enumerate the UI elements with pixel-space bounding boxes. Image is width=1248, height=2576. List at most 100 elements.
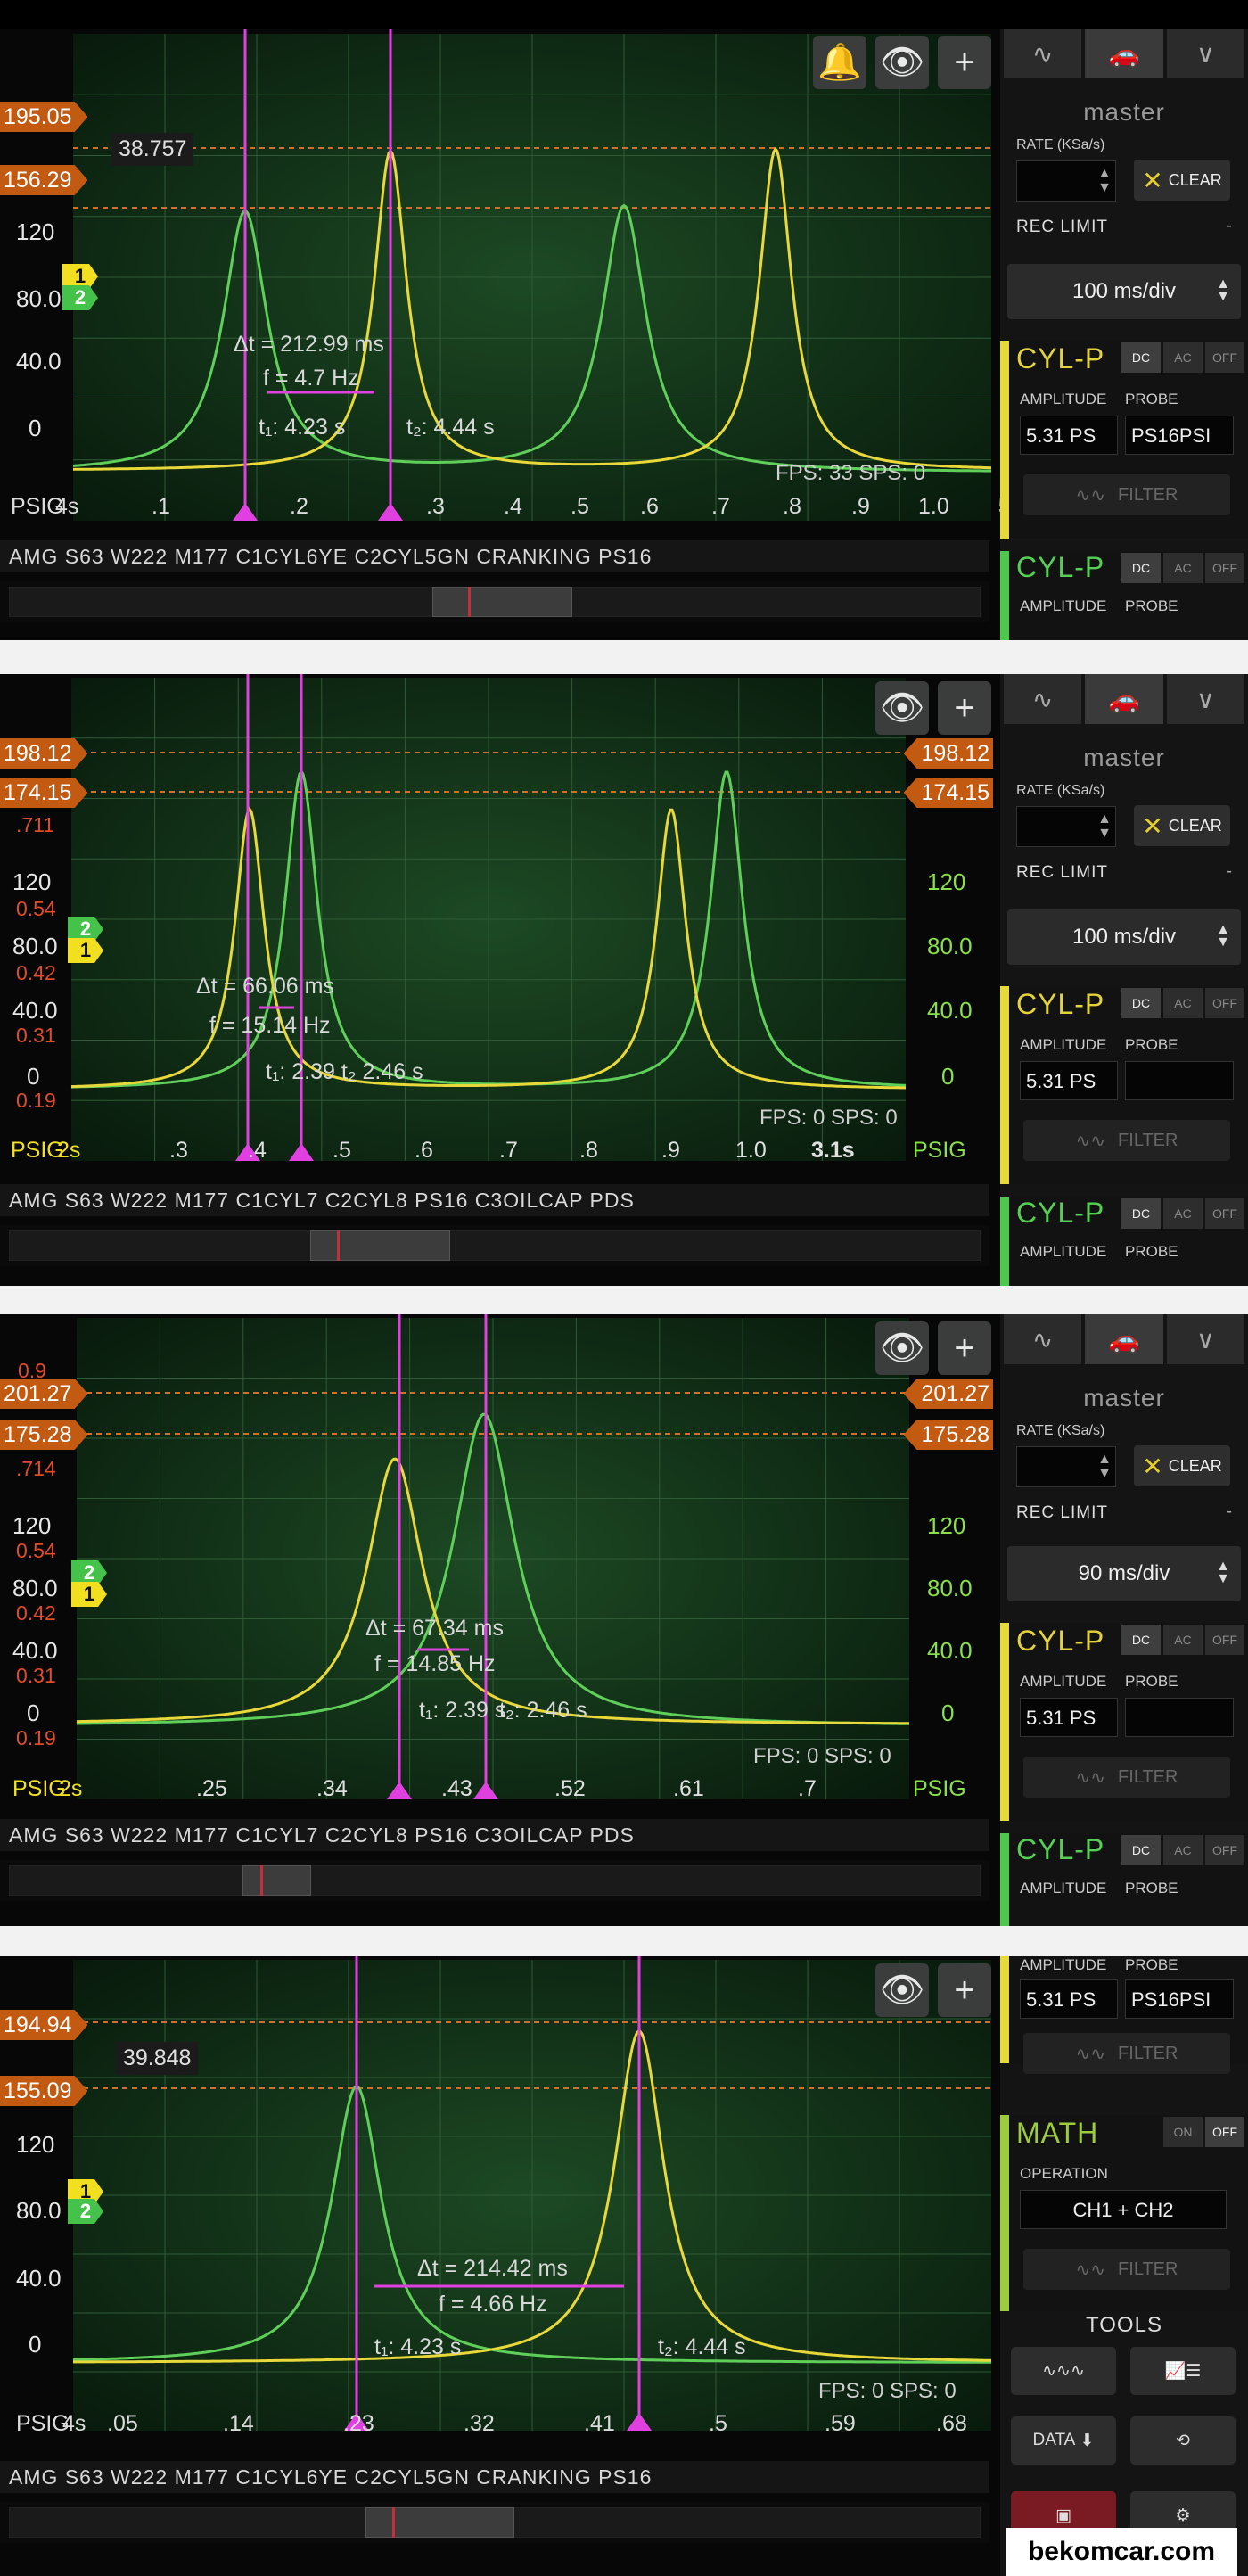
trace-title[interactable]: AMG S63 W222 M177 C1CYL6YE C2CYL5GN CRAN… [0, 2461, 989, 2493]
waveform-tab-icon[interactable]: ∿ [1004, 674, 1082, 724]
level-marker-upper-right[interactable]: 198.12 [903, 738, 993, 769]
chevron-down-icon[interactable]: ∨ [1166, 674, 1244, 724]
rate-input[interactable]: ▲ ▼ [1016, 1446, 1116, 1487]
trace-title[interactable]: AMG S63 W222 M177 C1CYL6YE C2CYL5GN CRAN… [0, 540, 989, 572]
add-icon[interactable]: + [938, 1321, 991, 1375]
trace-title[interactable]: AMG S63 W222 M177 C1CYL7 C2CYL8 PS16 C3O… [0, 1819, 989, 1851]
off-button[interactable]: OFF [1205, 1835, 1244, 1865]
timeline-scrollbar[interactable] [0, 1225, 989, 1266]
amplitude-select[interactable]: 5.31 PS [1020, 416, 1118, 455]
y-tick-label-right: 120 [927, 868, 966, 895]
ac-button[interactable]: AC [1163, 988, 1203, 1018]
level-marker-lower-right[interactable]: 175.28 [903, 1420, 993, 1450]
dc-button[interactable]: DC [1121, 1198, 1161, 1229]
add-icon[interactable]: + [938, 1963, 991, 2017]
eye-icon[interactable]: 👁 [875, 1963, 929, 2017]
dc-button[interactable]: DC [1121, 1625, 1161, 1655]
dc-button[interactable]: DC [1121, 553, 1161, 583]
timeline-scrollbar[interactable] [0, 581, 989, 622]
clear-button[interactable]: ✕ CLEAR [1134, 805, 1230, 846]
probe-select[interactable]: PS16PSI [1125, 1979, 1234, 2019]
car-tab-icon[interactable]: 🚗 [1085, 29, 1163, 78]
probe-select[interactable]: PS16PSI [1125, 416, 1234, 455]
filter-button[interactable]: ∿∿ FILTER [1023, 2033, 1230, 2074]
amplitude-select[interactable]: 5.31 PS [1020, 1698, 1118, 1737]
time-div-select[interactable]: 100 ms/div ▲ ▼ [1007, 909, 1241, 965]
off-button[interactable]: OFF [1205, 988, 1244, 1018]
trace-title[interactable]: AMG S63 W222 M177 C1CYL7 C2CYL8 PS16 C3O… [0, 1184, 989, 1216]
math-on-button[interactable]: ON [1163, 2117, 1203, 2147]
off-button[interactable]: OFF [1205, 342, 1244, 373]
x-tick-label: .8 [783, 494, 801, 519]
coupling-selector: DC AC OFF [1121, 1835, 1244, 1865]
eye-icon[interactable]: 👁 [875, 36, 929, 89]
alarm-bell-icon[interactable]: 🔔 [813, 36, 866, 89]
y-tick-label-red: 0.54 [16, 897, 56, 920]
ac-button[interactable]: AC [1163, 342, 1203, 373]
clear-button[interactable]: ✕ CLEAR [1134, 1445, 1230, 1486]
add-icon[interactable]: + [938, 36, 991, 89]
channel-1-title[interactable]: CYL-P [1016, 1625, 1104, 1658]
ac-button[interactable]: AC [1163, 1625, 1203, 1655]
ac-button[interactable]: AC [1163, 553, 1203, 583]
channel-2-title[interactable]: CYL-P [1016, 1833, 1104, 1866]
amplitude-select[interactable]: 5.31 PS [1020, 1979, 1118, 2019]
rate-input[interactable]: ▲ ▼ [1016, 806, 1116, 847]
eye-icon[interactable]: 👁 [875, 1321, 929, 1375]
add-icon[interactable]: + [938, 681, 991, 735]
chevron-down-icon[interactable]: ∨ [1166, 29, 1244, 78]
amplitude-select[interactable]: 5.31 PS [1020, 1061, 1118, 1100]
ac-button[interactable]: AC [1163, 1835, 1203, 1865]
level-marker-lower-right[interactable]: 174.15 [903, 778, 993, 808]
channel-1-title[interactable]: CYL-P [1016, 988, 1104, 1021]
channel-2-title[interactable]: CYL-P [1016, 1197, 1104, 1230]
chevron-down-icon[interactable]: ∨ [1166, 1314, 1244, 1364]
probe-select[interactable] [1125, 1698, 1234, 1737]
waveform-tab-icon[interactable]: ∿ [1004, 1314, 1082, 1364]
x-tick-label: .5 [333, 1138, 351, 1163]
timeline-scrollbar[interactable] [0, 1860, 989, 1901]
timeline-scrollbar[interactable] [0, 2502, 989, 2543]
waveform-tab-icon[interactable]: ∿ [1004, 29, 1082, 78]
data-button[interactable]: DATA ⬇ [1011, 2416, 1116, 2465]
dc-button[interactable]: DC [1121, 988, 1161, 1018]
x-tick-label: 1.0 [918, 494, 949, 519]
level-marker-lower[interactable]: 175.28 [0, 1420, 88, 1450]
channel-2-title[interactable]: CYL-P [1016, 551, 1104, 584]
filter-button[interactable]: ∿∿ FILTER [1023, 474, 1230, 515]
history-button[interactable]: ⟲ [1130, 2416, 1236, 2465]
eye-icon[interactable]: 👁 [875, 681, 929, 735]
probe-select[interactable] [1125, 1061, 1234, 1100]
off-button[interactable]: OFF [1205, 1198, 1244, 1229]
ac-button[interactable]: AC [1163, 1198, 1203, 1229]
channel-1-title[interactable]: CYL-P [1016, 342, 1104, 375]
level-marker-lower[interactable]: 174.15 [0, 778, 88, 808]
fps-readout: FPS: 0 SPS: 0 [759, 1106, 898, 1130]
car-tab-icon[interactable]: 🚗 [1085, 1314, 1163, 1364]
operation-select[interactable]: CH1 + CH2 [1020, 2190, 1227, 2229]
level-marker-upper[interactable]: 201.27 [0, 1379, 88, 1409]
level-marker-lower[interactable]: 156.29 [0, 165, 88, 195]
chart-menu-button[interactable]: 📈☰ [1130, 2347, 1236, 2395]
level-marker-lower[interactable]: 155.09 [0, 2076, 88, 2106]
dc-button[interactable]: DC [1121, 342, 1161, 373]
level-marker-upper[interactable]: 198.12 [0, 738, 88, 769]
time-div-select[interactable]: 90 ms/div ▲ ▼ [1007, 1546, 1241, 1601]
rate-input[interactable]: ▲ ▼ [1016, 160, 1116, 202]
dc-button[interactable]: DC [1121, 1835, 1161, 1865]
waveform-tool-button[interactable]: ∿∿∿ [1011, 2347, 1116, 2395]
level-marker-upper[interactable]: 194.94 [0, 2010, 88, 2040]
filter-button[interactable]: ∿∿ FILTER [1023, 1757, 1230, 1798]
clear-button[interactable]: ✕ CLEAR [1134, 160, 1230, 201]
level-marker-upper[interactable]: 195.05 [0, 102, 88, 132]
math-off-button[interactable]: OFF [1205, 2117, 1244, 2147]
off-button[interactable]: OFF [1205, 1625, 1244, 1655]
scope-graph-1[interactable] [0, 29, 1000, 581]
car-tab-icon[interactable]: 🚗 [1085, 674, 1163, 724]
level-marker-upper-right[interactable]: 201.27 [903, 1379, 993, 1409]
math-title[interactable]: MATH [1016, 2117, 1098, 2150]
filter-button[interactable]: ∿∿ FILTER [1023, 2249, 1230, 2290]
time-div-select[interactable]: 100 ms/div ▲ ▼ [1007, 264, 1241, 319]
off-button[interactable]: OFF [1205, 553, 1244, 583]
filter-button[interactable]: ∿∿ FILTER [1023, 1120, 1230, 1161]
